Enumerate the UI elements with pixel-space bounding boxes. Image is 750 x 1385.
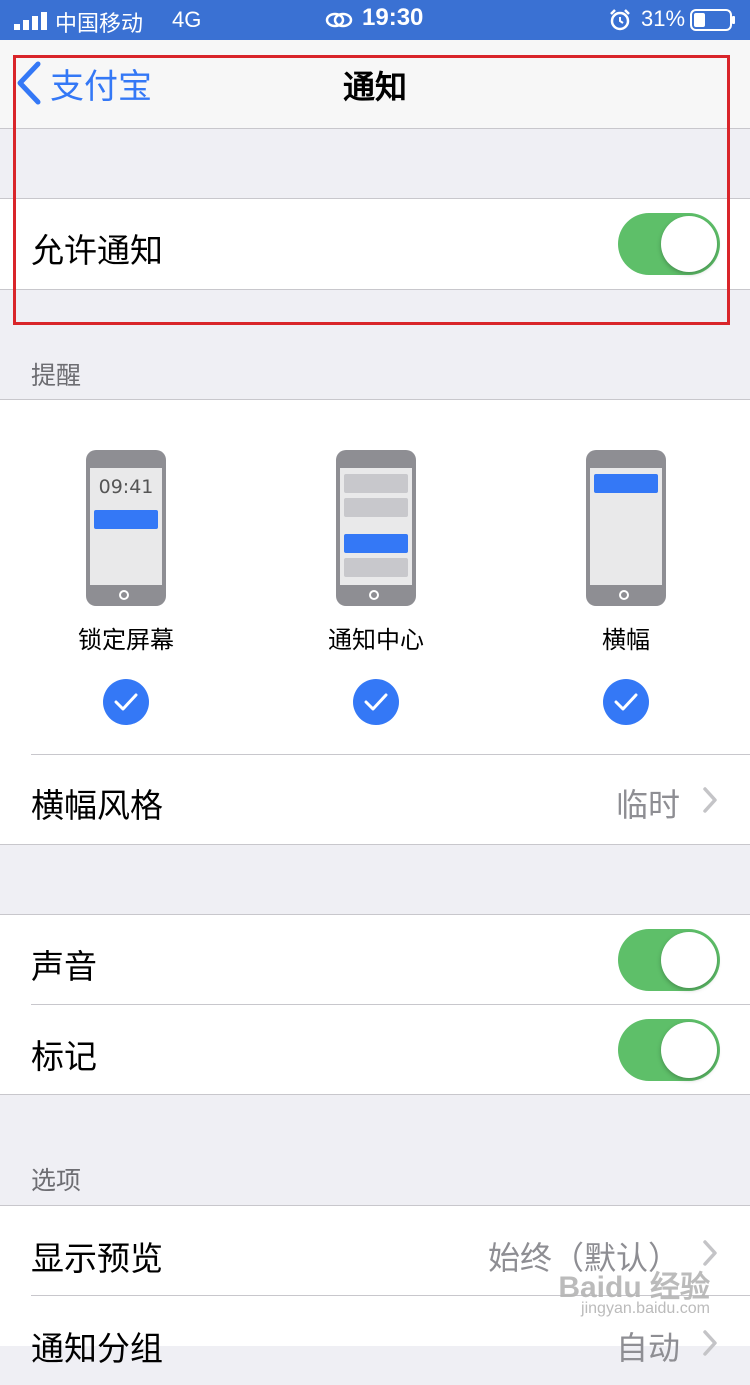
home-button-icon xyxy=(619,590,629,600)
battery-percent: 31% xyxy=(641,6,686,31)
lock-screen-label: 锁定屏幕 xyxy=(78,626,174,654)
navigation-bar: 支付宝 通知 xyxy=(0,40,750,129)
banner-style-value: 临时 xyxy=(615,786,680,824)
divider xyxy=(31,1004,750,1005)
sounds-toggle[interactable] xyxy=(618,929,720,991)
banner-checkmark-icon[interactable] xyxy=(603,679,649,725)
sounds-label: 声音 xyxy=(31,947,97,986)
banner-label: 横幅 xyxy=(602,626,650,654)
lock-screen-checkmark-icon[interactable] xyxy=(103,679,149,725)
network-label: 4G xyxy=(172,7,202,32)
alarm-icon xyxy=(610,9,630,31)
toggle-knob xyxy=(661,1022,717,1078)
chevron-right-icon xyxy=(703,1330,717,1356)
allow-notifications-row: 允许通知 xyxy=(0,198,750,290)
signal-icon xyxy=(14,12,47,30)
chevron-right-icon xyxy=(703,787,717,813)
alerts-section-header: 提醒 xyxy=(31,361,82,390)
notification-preview-bar xyxy=(594,474,658,493)
status-bar: 中国移动 4G 19:30 31% xyxy=(0,0,750,40)
link-icon xyxy=(325,12,353,28)
notification-preview-bar xyxy=(344,558,408,577)
notification-preview-bar xyxy=(344,474,408,493)
watermark-url: jingyan.baidu.com xyxy=(581,1300,710,1317)
allow-notifications-label: 允许通知 xyxy=(31,231,163,270)
options-section-header: 选项 xyxy=(31,1166,82,1195)
sounds-badges-group: 声音 标记 xyxy=(0,914,750,1095)
toggle-knob xyxy=(661,932,717,988)
notification-preview-bar xyxy=(344,498,408,517)
notification-center-checkmark-icon[interactable] xyxy=(353,679,399,725)
notification-center-phone-icon[interactable] xyxy=(336,450,416,606)
notification-grouping-value: 自动 xyxy=(615,1329,680,1367)
phone-screen xyxy=(340,468,412,585)
allow-notifications-toggle[interactable] xyxy=(618,213,720,275)
show-previews-label: 显示预览 xyxy=(31,1239,163,1278)
notification-grouping-label: 通知分组 xyxy=(31,1329,163,1368)
lock-screen-time: 09:41 xyxy=(98,476,154,498)
badges-toggle[interactable] xyxy=(618,1019,720,1081)
banner-phone-icon[interactable] xyxy=(586,450,666,606)
home-button-icon xyxy=(119,590,129,600)
lock-screen-phone-icon[interactable]: 09:41 xyxy=(86,450,166,606)
phone-screen: 09:41 xyxy=(90,468,162,585)
notification-preview-bar xyxy=(344,534,408,553)
clock-label: 19:30 xyxy=(362,4,424,31)
page-title: 通知 xyxy=(342,68,407,106)
alerts-block: 09:41 锁定屏幕 通知中心 横幅 横幅风格 临时 xyxy=(0,399,750,845)
badges-label: 标记 xyxy=(31,1037,97,1076)
notification-center-label: 通知中心 xyxy=(328,626,424,654)
banner-style-row[interactable]: 横幅风格 临时 xyxy=(0,755,750,844)
banner-style-label: 横幅风格 xyxy=(31,786,163,825)
phone-screen xyxy=(590,468,662,585)
toggle-knob xyxy=(661,216,717,272)
battery-icon xyxy=(690,9,735,31)
notification-preview-bar xyxy=(94,510,158,529)
carrier-label: 中国移动 xyxy=(55,12,144,37)
home-button-icon xyxy=(369,590,379,600)
